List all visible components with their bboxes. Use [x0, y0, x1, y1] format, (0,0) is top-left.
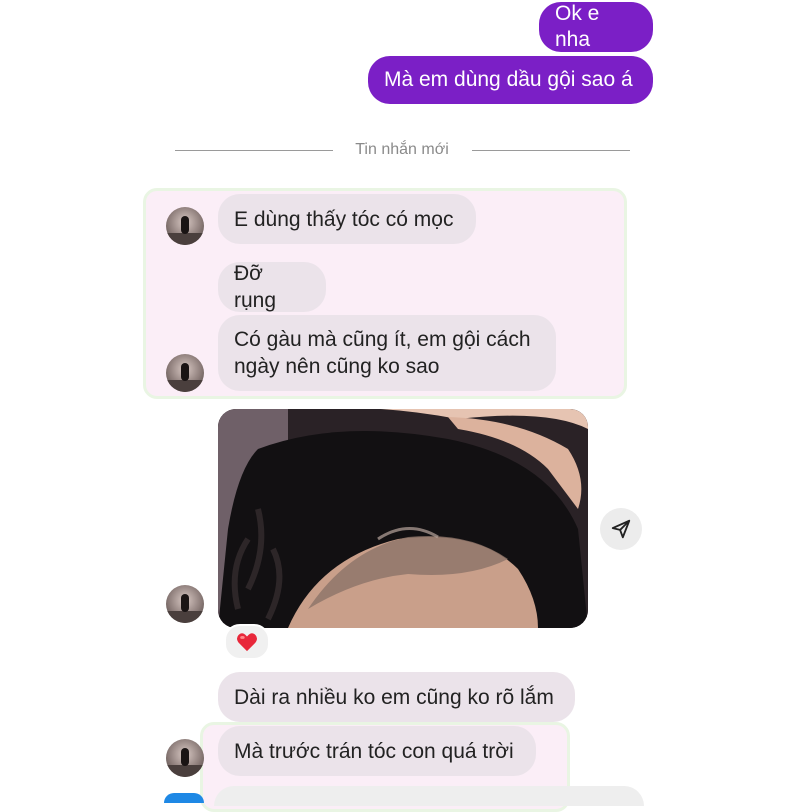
avatar[interactable] [166, 207, 204, 245]
avatar[interactable] [166, 354, 204, 392]
divider-line-left [175, 150, 333, 151]
partial-avatar [164, 793, 204, 803]
message-text-line-1: Có gàu mà cũng ít, em gội cách [234, 328, 531, 351]
hair-photo-icon [218, 409, 588, 628]
avatar[interactable] [166, 585, 204, 623]
new-messages-divider-label: Tin nhắn mới [355, 141, 449, 158]
message-text: Dài ra nhiều ko em cũng ko rõ lắm [234, 685, 554, 709]
share-button[interactable] [600, 508, 642, 550]
avatar[interactable] [166, 739, 204, 777]
message-text: Mà em dùng dầu gội sao á [384, 68, 633, 91]
outgoing-message[interactable]: Mà em dùng dầu gội sao á [368, 56, 653, 104]
outgoing-message[interactable]: Ok e nha [539, 2, 653, 52]
partial-message [214, 786, 644, 806]
message-text-line-2: ngày nên cũng ko sao [234, 355, 440, 378]
divider-line-right [472, 150, 630, 151]
incoming-message[interactable]: Dài ra nhiều ko em cũng ko rõ lắm [218, 672, 575, 722]
message-text: Ok e nha [555, 2, 600, 51]
send-icon [611, 519, 631, 539]
heart-icon [237, 633, 257, 652]
incoming-message[interactable]: Có gàu mà cũng ít, em gội cách ngày nên … [218, 315, 556, 391]
message-text: Đỡ rụng [234, 262, 277, 312]
incoming-message[interactable]: Mà trước trán tóc con quá trời [218, 726, 536, 776]
incoming-message[interactable]: E dùng thấy tóc có mọc [218, 194, 476, 244]
photo-message[interactable] [218, 409, 588, 628]
heart-reaction[interactable] [224, 624, 270, 660]
message-text: Mà trước trán tóc con quá trời [234, 739, 514, 763]
incoming-message[interactable]: Đỡ rụng [218, 262, 326, 312]
message-text: E dùng thấy tóc có mọc [234, 207, 454, 231]
